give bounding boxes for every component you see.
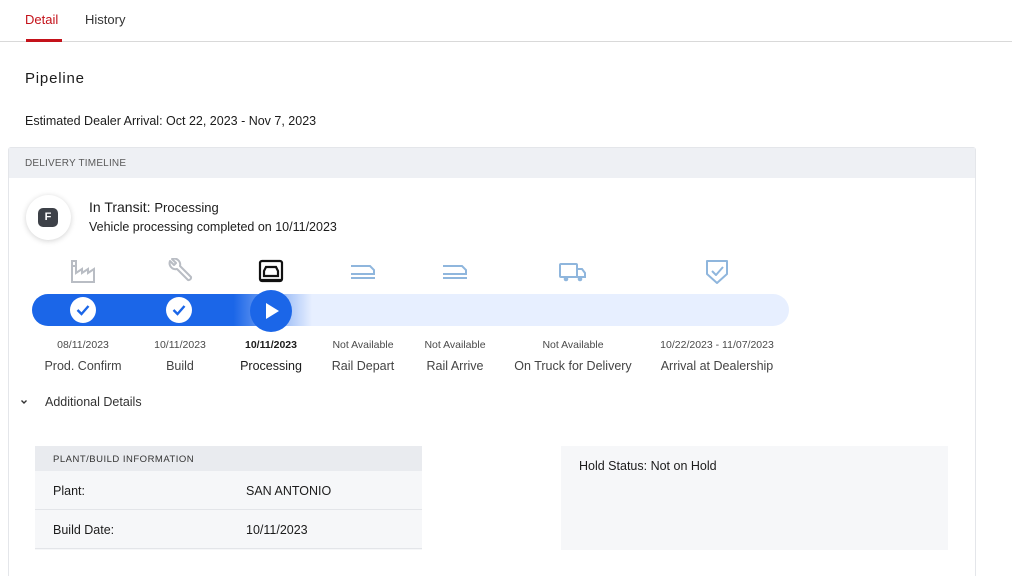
vehicle-processing-icon — [258, 259, 284, 283]
step-date-on-truck: Not Available — [542, 339, 604, 351]
current-step-marker — [250, 290, 292, 332]
tab-history[interactable]: History — [85, 12, 125, 27]
check-icon — [172, 305, 186, 316]
plant-build-info-panel: PLANT/BUILD INFORMATION Plant: SAN ANTON… — [35, 446, 422, 550]
step-label-on-truck: On Truck for Delivery — [514, 359, 632, 373]
step-date-arrival: 10/22/2023 - 11/07/2023 — [660, 339, 774, 351]
build-date-value: 10/11/2023 — [246, 523, 308, 537]
page-title: Pipeline — [25, 70, 85, 87]
chevron-down-icon[interactable] — [20, 398, 28, 406]
status-prefix: In Transit: — [89, 199, 151, 215]
card-header-label: DELIVERY TIMELINE — [25, 158, 127, 169]
check-icon — [76, 305, 90, 316]
shield-check-icon — [706, 260, 728, 284]
truck-icon — [559, 263, 586, 282]
status-title: In Transit: Processing — [89, 199, 219, 215]
status-badge: F — [26, 195, 71, 240]
table-row: Build Date: 10/11/2023 — [35, 510, 422, 549]
progress-track — [32, 294, 789, 326]
plant-value: SAN ANTONIO — [246, 484, 332, 498]
table-row: Plant: SAN ANTONIO — [35, 471, 422, 510]
status-detail: Vehicle processing completed on 10/11/20… — [89, 220, 337, 234]
step-complete-marker — [70, 297, 96, 323]
hold-status-panel: Hold Status: Not on Hold — [561, 446, 948, 550]
play-icon — [266, 303, 279, 319]
tab-detail[interactable]: Detail — [25, 12, 58, 27]
plant-label: Plant: — [53, 484, 85, 498]
additional-details-toggle[interactable]: Additional Details — [45, 395, 142, 409]
rail-depart-icon — [351, 265, 375, 279]
wrench-icon — [168, 258, 193, 282]
plant-build-header: PLANT/BUILD INFORMATION — [35, 446, 422, 471]
status-value: Processing — [154, 200, 219, 215]
card-header: DELIVERY TIMELINE — [9, 148, 975, 178]
factory-icon — [71, 260, 95, 283]
step-label-arrival: Arrival at Dealership — [660, 359, 774, 373]
build-date-label: Build Date: — [53, 523, 115, 537]
rail-arrive-icon — [443, 265, 467, 279]
plant-build-header-label: PLANT/BUILD INFORMATION — [53, 454, 195, 465]
step-complete-marker — [166, 297, 192, 323]
hold-status: Hold Status: Not on Hold — [579, 459, 717, 473]
tab-bar: Detail History — [0, 0, 1012, 42]
status-badge-letter: F — [38, 208, 58, 227]
active-tab-indicator — [26, 39, 62, 42]
estimated-dealer-arrival: Estimated Dealer Arrival: Oct 22, 2023 -… — [25, 114, 317, 128]
